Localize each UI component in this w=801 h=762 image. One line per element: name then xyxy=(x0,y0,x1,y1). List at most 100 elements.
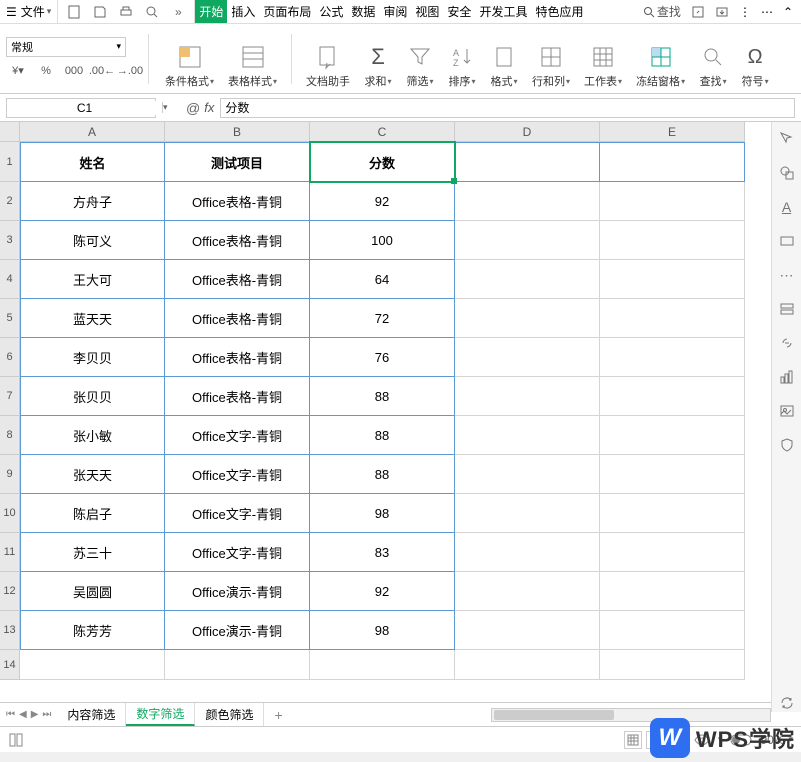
cell-B3[interactable]: Office表格-青铜 xyxy=(165,221,310,260)
fx-icon[interactable]: fx xyxy=(204,100,214,115)
comma-button[interactable]: 000 xyxy=(62,61,86,81)
select-all-corner[interactable] xyxy=(0,122,20,142)
cell-C14[interactable] xyxy=(310,650,455,680)
select-icon[interactable] xyxy=(778,130,796,148)
row-header-6[interactable]: 6 xyxy=(0,338,20,377)
cell-C7[interactable]: 88 xyxy=(310,377,455,416)
formula-input[interactable] xyxy=(220,98,795,118)
shapes-icon[interactable] xyxy=(778,164,796,182)
cell-D5[interactable] xyxy=(455,299,600,338)
chevron-down-icon[interactable]: ▾ xyxy=(162,102,168,113)
cell-A12[interactable]: 吴圆圆 xyxy=(20,572,165,611)
cell-B10[interactable]: Office文字-青铜 xyxy=(165,494,310,533)
cell-icon[interactable] xyxy=(778,232,796,250)
find-button[interactable]: 查找▾ xyxy=(699,43,727,89)
number-format-dropdown[interactable]: 常规 ▾ xyxy=(6,37,126,57)
prev-sheet-icon[interactable]: ◀ xyxy=(19,709,27,720)
cell-C9[interactable]: 88 xyxy=(310,455,455,494)
cell-D14[interactable] xyxy=(455,650,600,680)
file-menu[interactable]: ☰ 文件 ▾ xyxy=(0,0,58,23)
cell-B6[interactable]: Office表格-青铜 xyxy=(165,338,310,377)
cell-A6[interactable]: 李贝贝 xyxy=(20,338,165,377)
cell-E9[interactable] xyxy=(600,455,745,494)
cell-C4[interactable]: 64 xyxy=(310,260,455,299)
cell-A13[interactable]: 陈芳芳 xyxy=(20,611,165,650)
decrease-decimal[interactable]: →.00 xyxy=(118,61,142,81)
scroll-thumb[interactable] xyxy=(494,710,614,720)
cell-B13[interactable]: Office演示-青铜 xyxy=(165,611,310,650)
tab-view[interactable]: 视图 xyxy=(411,0,443,23)
cell-D2[interactable] xyxy=(455,182,600,221)
col-header-D[interactable]: D xyxy=(455,122,600,142)
format-button[interactable]: 格式▾ xyxy=(490,43,518,89)
rowcol-button[interactable]: 行和列▾ xyxy=(532,43,570,89)
image-icon[interactable] xyxy=(778,402,796,420)
row-header-1[interactable]: 1 xyxy=(0,142,20,182)
cell-C1[interactable]: 分数 xyxy=(310,142,455,182)
add-sheet-button[interactable]: + xyxy=(264,707,292,723)
row-header-5[interactable]: 5 xyxy=(0,299,20,338)
cell-B11[interactable]: Office文字-青铜 xyxy=(165,533,310,572)
share-icon[interactable] xyxy=(691,5,705,19)
name-box-input[interactable] xyxy=(7,101,162,115)
cell-A2[interactable]: 方舟子 xyxy=(20,182,165,221)
refresh-icon[interactable] xyxy=(778,694,796,712)
more-icon[interactable]: ⋯ xyxy=(778,266,796,284)
new-icon[interactable] xyxy=(66,4,82,20)
currency-button[interactable]: ¥▾ xyxy=(6,61,30,81)
cell-D1[interactable] xyxy=(455,142,600,182)
cell-B4[interactable]: Office表格-青铜 xyxy=(165,260,310,299)
cell-D12[interactable] xyxy=(455,572,600,611)
cell-A3[interactable]: 陈可义 xyxy=(20,221,165,260)
increase-decimal[interactable]: .00← xyxy=(90,61,114,81)
fill-handle[interactable] xyxy=(451,178,457,184)
cell-D3[interactable] xyxy=(455,221,600,260)
tab-review[interactable]: 审阅 xyxy=(379,0,411,23)
tab-dev[interactable]: 开发工具 xyxy=(475,0,531,23)
cell-A14[interactable] xyxy=(20,650,165,680)
save-icon[interactable] xyxy=(92,4,108,20)
percent-button[interactable]: % xyxy=(34,61,58,81)
tab-pagelayout[interactable]: 页面布局 xyxy=(259,0,315,23)
sum-button[interactable]: Σ 求和▾ xyxy=(364,43,392,89)
help-icon[interactable]: ⋮ xyxy=(739,5,751,19)
collapse-icon[interactable]: ⌃ xyxy=(783,5,793,19)
cell-E3[interactable] xyxy=(600,221,745,260)
next-sheet-icon[interactable]: ▶ xyxy=(31,709,39,720)
row-header-8[interactable]: 8 xyxy=(0,416,20,455)
cell-C3[interactable]: 100 xyxy=(310,221,455,260)
row-header-9[interactable]: 9 xyxy=(0,455,20,494)
cell-D10[interactable] xyxy=(455,494,600,533)
tab-data[interactable]: 数据 xyxy=(347,0,379,23)
symbol-button[interactable]: Ω 符号▾ xyxy=(741,43,769,89)
sheet-tab-0[interactable]: 内容筛选 xyxy=(57,703,126,726)
filter-button[interactable]: 筛选▾ xyxy=(406,43,434,89)
tab-safe[interactable]: 安全 xyxy=(443,0,475,23)
cell-C11[interactable]: 83 xyxy=(310,533,455,572)
cell-C13[interactable]: 98 xyxy=(310,611,455,650)
cell-B14[interactable] xyxy=(165,650,310,680)
storage-icon[interactable] xyxy=(778,300,796,318)
worksheet-button[interactable]: 工作表▾ xyxy=(584,43,622,89)
sort-button[interactable]: AZ 排序▾ xyxy=(448,43,476,89)
shield-icon[interactable] xyxy=(778,436,796,454)
text-icon[interactable]: A xyxy=(778,198,796,216)
cell-B12[interactable]: Office演示-青铜 xyxy=(165,572,310,611)
freeze-button[interactable]: 冻结窗格▾ xyxy=(636,43,685,89)
cell-C2[interactable]: 92 xyxy=(310,182,455,221)
cell-C10[interactable]: 98 xyxy=(310,494,455,533)
cell-A11[interactable]: 苏三十 xyxy=(20,533,165,572)
row-header-12[interactable]: 12 xyxy=(0,572,20,611)
cell-E8[interactable] xyxy=(600,416,745,455)
tab-start[interactable]: 开始 xyxy=(195,0,227,23)
cell-E7[interactable] xyxy=(600,377,745,416)
last-sheet-icon[interactable]: ⏭ xyxy=(42,709,51,720)
sheet-tab-2[interactable]: 颜色筛选 xyxy=(195,703,264,726)
cell-A7[interactable]: 张贝贝 xyxy=(20,377,165,416)
cell-A9[interactable]: 张天天 xyxy=(20,455,165,494)
cell-A8[interactable]: 张小敏 xyxy=(20,416,165,455)
col-header-A[interactable]: A xyxy=(20,122,165,142)
cell-E5[interactable] xyxy=(600,299,745,338)
preview-icon[interactable] xyxy=(144,4,160,20)
search-button[interactable]: 查找 xyxy=(643,3,681,20)
